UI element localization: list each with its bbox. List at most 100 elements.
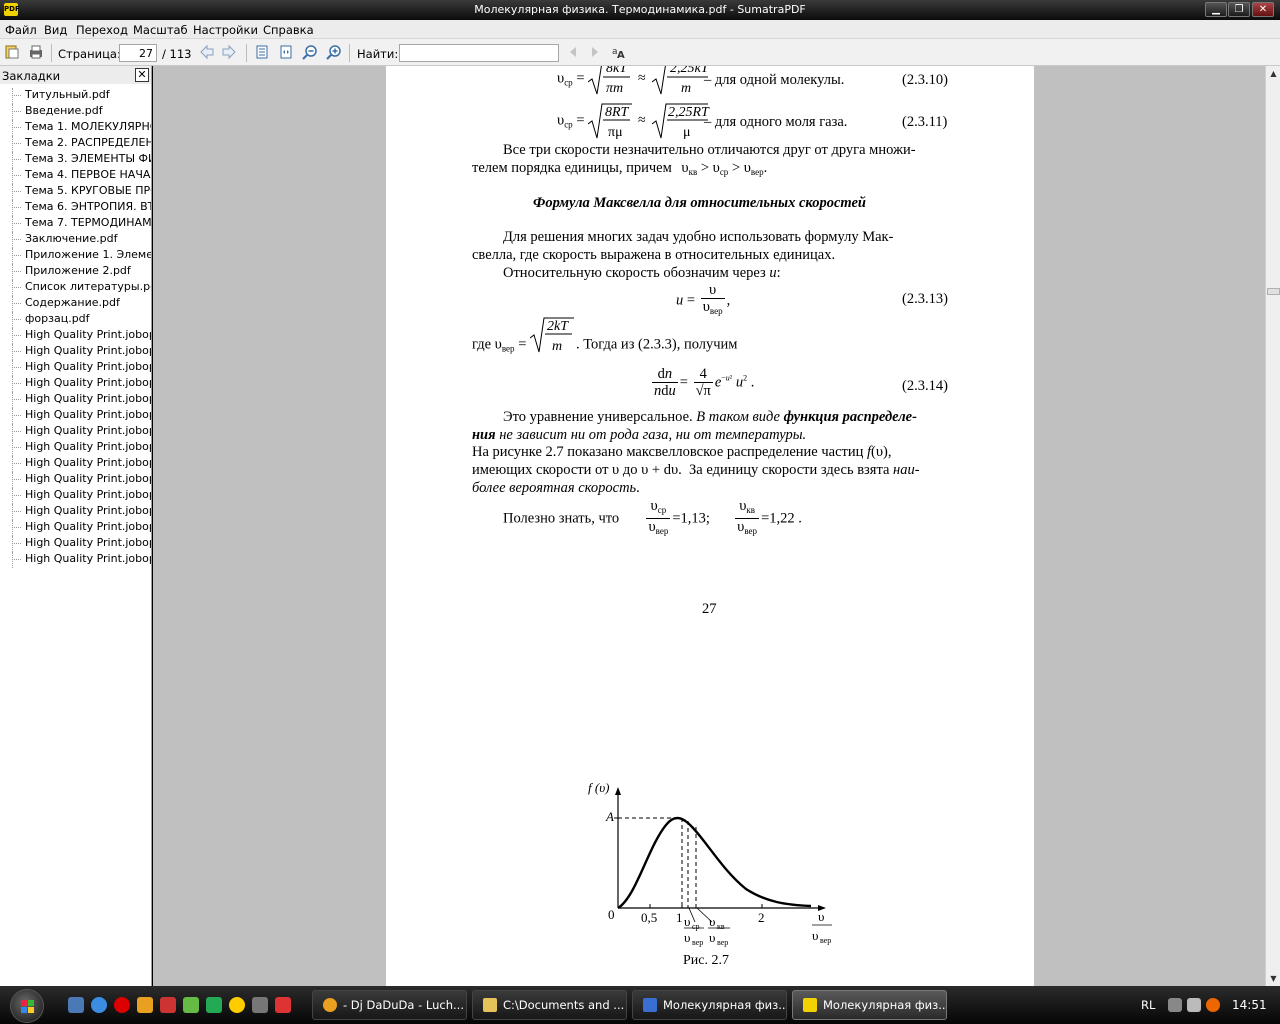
- menu-help[interactable]: Справка: [263, 23, 314, 37]
- bookmark-item[interactable]: Тема 2. РАСПРЕДЕЛЕНИ: [0, 136, 151, 152]
- quicklaunch-tool-icon[interactable]: [183, 997, 199, 1013]
- title-bar: PDF Молекулярная физика. Термодинамика.p…: [0, 0, 1280, 20]
- bookmarks-header: Закладки ✕: [0, 66, 151, 84]
- task-media-player[interactable]: - Dj DaDuDa - Luch...: [312, 990, 467, 1020]
- folder-task-icon: [483, 998, 497, 1012]
- fit-width-icon[interactable]: [278, 44, 294, 60]
- quicklaunch-app-icon[interactable]: [160, 997, 176, 1013]
- bookmark-item[interactable]: Содержание.pdf: [0, 296, 151, 312]
- bookmark-item[interactable]: Приложение 2.pdf: [0, 264, 151, 280]
- bookmark-item[interactable]: High Quality Print.jobop: [0, 536, 151, 552]
- svg-text:υ: υ: [684, 930, 690, 945]
- clock[interactable]: 14:51: [1232, 998, 1267, 1012]
- quicklaunch-user-icon[interactable]: [252, 997, 268, 1013]
- task-explorer[interactable]: C:\Documents and ...: [472, 990, 627, 1020]
- scroll-up-icon[interactable]: ▲: [1266, 66, 1280, 81]
- network-icon[interactable]: [1168, 998, 1182, 1012]
- task-sumatra[interactable]: Молекулярная физ...: [792, 990, 947, 1020]
- vertical-scrollbar[interactable]: ▲ ▼: [1265, 66, 1280, 986]
- minimize-button[interactable]: ▁: [1205, 2, 1227, 17]
- show-desktop-icon[interactable]: [68, 997, 84, 1013]
- bookmark-item[interactable]: High Quality Print.jobop: [0, 376, 151, 392]
- task-word[interactable]: Молекулярная физ...: [632, 990, 787, 1020]
- language-indicator[interactable]: RL: [1141, 998, 1155, 1012]
- paragraph-1-line-2: телем порядка единицы, причем υкв > υср …: [472, 160, 768, 177]
- bookmark-item[interactable]: Тема 4. ПЕРВОЕ НАЧАЛО: [0, 168, 151, 184]
- find-input[interactable]: [399, 44, 559, 62]
- bookmark-item[interactable]: Заключение.pdf: [0, 232, 151, 248]
- zoom-out-icon[interactable]: [302, 44, 318, 60]
- bookmark-item[interactable]: High Quality Print.jobop: [0, 520, 151, 536]
- close-button[interactable]: ✕: [1252, 2, 1274, 17]
- bookmark-item[interactable]: Введение.pdf: [0, 104, 151, 120]
- bookmark-item[interactable]: High Quality Print.jobop: [0, 440, 151, 456]
- opera-icon[interactable]: [114, 997, 130, 1013]
- bookmark-item[interactable]: High Quality Print.jobop: [0, 472, 151, 488]
- bookmark-item[interactable]: Тема 6. ЭНТРОПИЯ. ВТО: [0, 200, 151, 216]
- internet-explorer-icon[interactable]: [91, 997, 107, 1013]
- paragraph-4-a: Это уравнение универсальное.: [503, 409, 693, 425]
- bookmark-item[interactable]: High Quality Print.jobop: [0, 344, 151, 360]
- page-label: Страница:: [58, 47, 121, 61]
- next-page-icon[interactable]: [221, 44, 237, 60]
- figure-A-label: A: [606, 809, 614, 824]
- tray-app-icon[interactable]: [1206, 998, 1220, 1012]
- bookmark-item[interactable]: High Quality Print.jobop: [0, 552, 151, 568]
- volume-icon[interactable]: [1187, 998, 1201, 1012]
- bookmark-item[interactable]: High Quality Print.jobop: [0, 408, 151, 424]
- bookmark-item[interactable]: High Quality Print.jobop: [0, 360, 151, 376]
- bookmark-item[interactable]: Приложение 1. Элемен: [0, 248, 151, 264]
- menu-go[interactable]: Переход: [76, 23, 128, 37]
- bookmark-item[interactable]: High Quality Print.jobop: [0, 328, 151, 344]
- figure-tick-1: 1: [676, 910, 683, 925]
- menu-view[interactable]: Вид: [44, 23, 67, 37]
- bookmark-item[interactable]: High Quality Print.jobop: [0, 488, 151, 504]
- paragraph-5-line-2: имеющих скорости от υ до υ + dυ. За един…: [472, 462, 920, 478]
- match-case-icon[interactable]: aA: [611, 44, 627, 60]
- start-button[interactable]: [10, 989, 44, 1023]
- where-suffix: . Тогда из (2.3.3), получим: [576, 336, 738, 353]
- bookmark-item[interactable]: Тема 3. ЭЛЕМЕНТЫ ФИЗИ: [0, 152, 151, 168]
- paragraph-5-l2b: За единицу скорости здесь взята: [689, 462, 890, 478]
- document-view[interactable]: υср = 8kT πm ≈ 2,25kT m – для одной моле…: [153, 66, 1265, 986]
- bookmark-item[interactable]: Тема 5. КРУГОВЫЕ ПРО: [0, 184, 151, 200]
- find-prev-icon[interactable]: [565, 44, 581, 60]
- close-sidebar-button[interactable]: ✕: [135, 68, 149, 82]
- pdf-page-28: υ ср υ вер υ кв υ вер υ υ вер f (υ) A 0 0,5 1…: [386, 697, 1034, 986]
- maximize-button[interactable]: ❐: [1228, 2, 1250, 17]
- quicklaunch-box-icon[interactable]: [206, 997, 222, 1013]
- svg-text:вер: вер: [717, 938, 728, 947]
- bookmark-item[interactable]: High Quality Print.jobop: [0, 424, 151, 440]
- bookmark-item[interactable]: High Quality Print.jobop: [0, 504, 151, 520]
- open-icon[interactable]: [4, 44, 20, 60]
- paragraph-4-d: ния: [472, 427, 496, 443]
- print-icon[interactable]: [28, 44, 44, 60]
- bookmark-item[interactable]: Тема 7. ТЕРМОДИНАМИ: [0, 216, 151, 232]
- menu-file[interactable]: Файл: [5, 23, 37, 37]
- scroll-down-icon[interactable]: ▼: [1266, 971, 1280, 986]
- menu-zoom[interactable]: Масштаб: [133, 23, 188, 37]
- bookmark-item[interactable]: Список литературы.pdf: [0, 280, 151, 296]
- paragraph-1-line-1: Все три скорости незначительно отличаютс…: [503, 142, 916, 158]
- svg-text:≈: ≈: [638, 113, 646, 128]
- bookmark-item[interactable]: High Quality Print.jobop: [0, 392, 151, 408]
- menu-bar: Файл Вид Переход Масштаб Настройки Справ…: [0, 20, 1280, 39]
- prev-page-icon[interactable]: [199, 44, 215, 60]
- fit-page-icon[interactable]: [254, 44, 270, 60]
- quicklaunch-disk-icon[interactable]: [275, 997, 291, 1013]
- svg-text:8RT: 8RT: [605, 105, 630, 120]
- bookmark-item[interactable]: High Quality Print.jobop: [0, 456, 151, 472]
- bookmark-item[interactable]: форзац.pdf: [0, 312, 151, 328]
- zoom-in-icon[interactable]: [326, 44, 342, 60]
- find-next-icon[interactable]: [587, 44, 603, 60]
- paragraph-4-c: функция распределе-: [783, 409, 917, 425]
- quicklaunch-smiley-icon[interactable]: [229, 997, 245, 1013]
- windows-logo-icon: [21, 1000, 34, 1013]
- bookmark-item[interactable]: Тема 1. МОЛЕКУЛЯРНО-: [0, 120, 151, 136]
- menu-settings[interactable]: Настройки: [193, 23, 258, 37]
- scroll-thumb[interactable]: [1267, 288, 1280, 295]
- aimp-icon[interactable]: [137, 997, 153, 1013]
- page-number-input[interactable]: [119, 44, 157, 62]
- task-label-1: C:\Documents and ...: [503, 998, 625, 1012]
- bookmark-item[interactable]: Титульный.pdf: [0, 88, 151, 104]
